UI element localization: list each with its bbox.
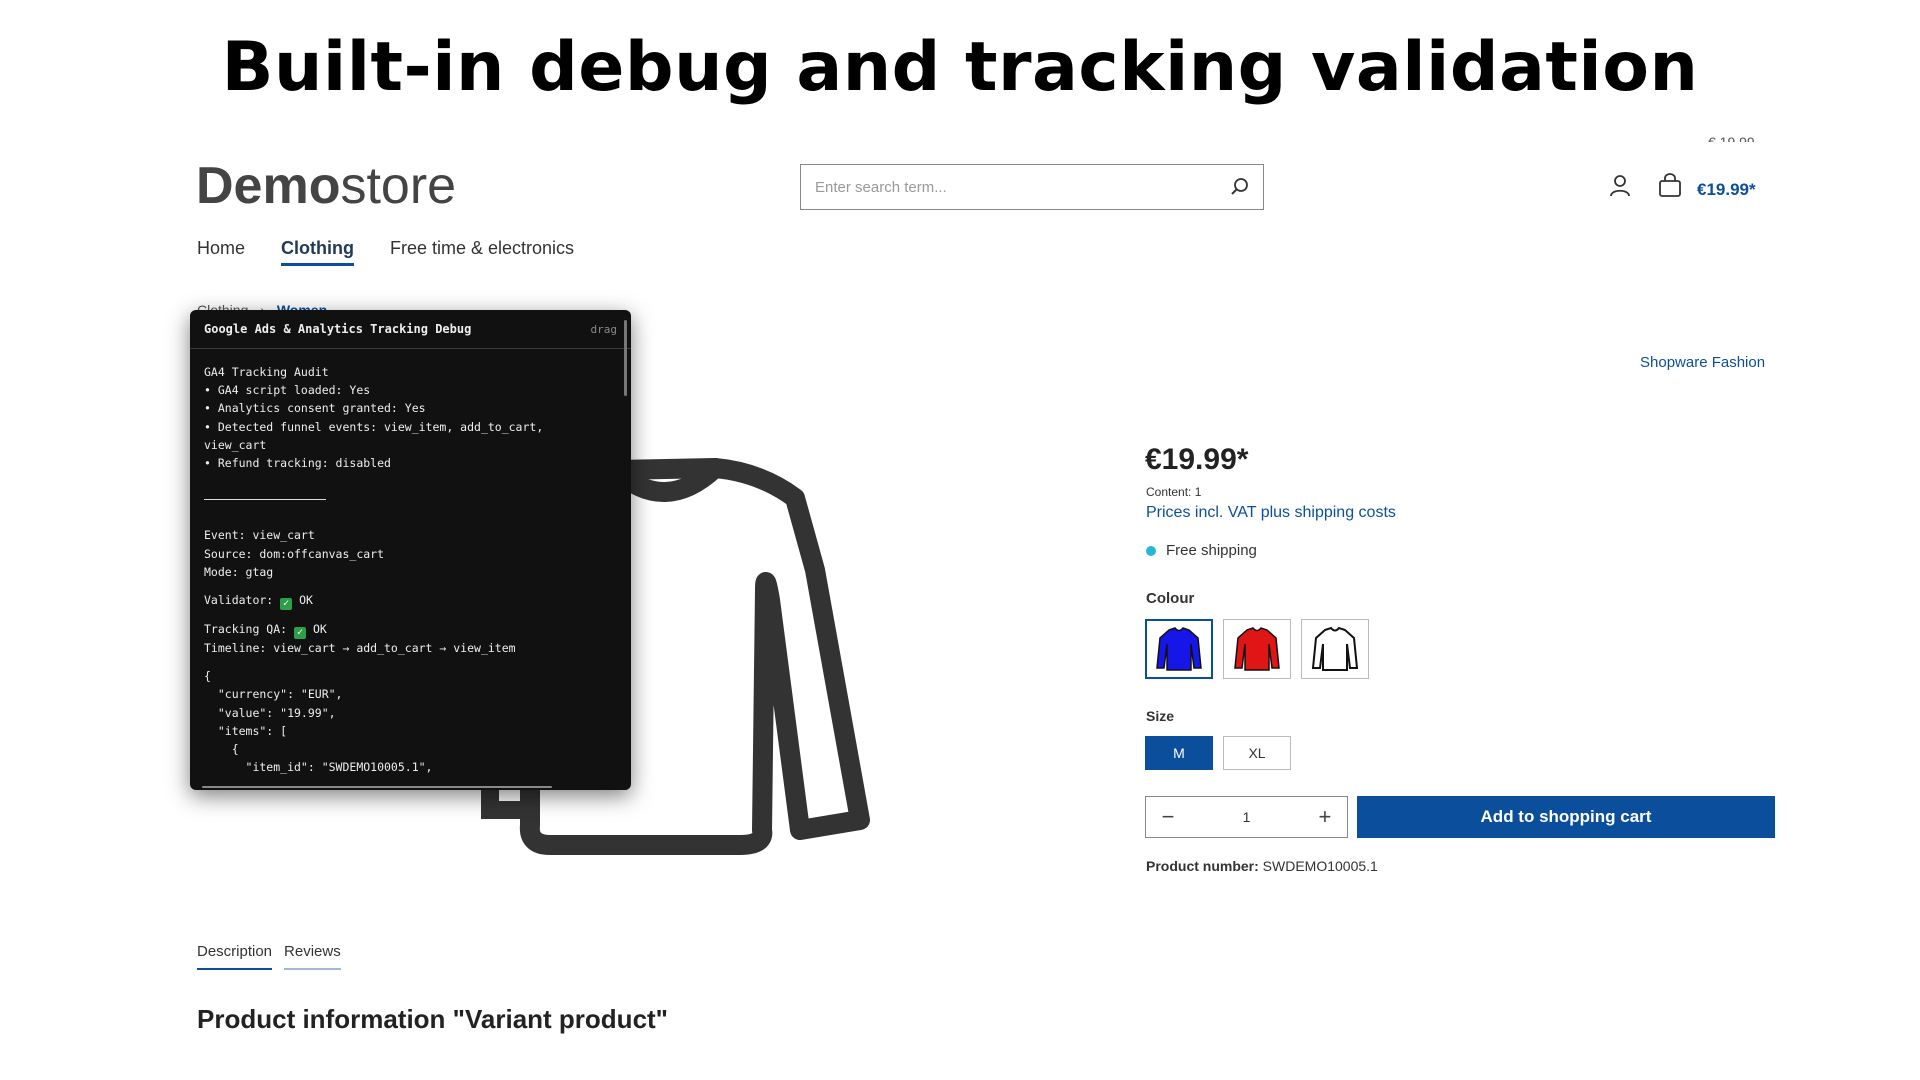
tab-reviews[interactable]: Reviews — [284, 943, 341, 970]
page-headline: Built-in debug and tracking validation — [221, 28, 1699, 107]
size-option-xl[interactable]: XL — [1223, 736, 1291, 770]
debug-panel-title: Google Ads & Analytics Tracking Debug — [204, 322, 472, 336]
product-number-value: SWDEMO10005.1 — [1262, 858, 1378, 874]
validator-line: Validator: ✓ OK — [204, 591, 617, 611]
tracking-qa-label: Tracking QA: — [204, 622, 288, 637]
colour-option-blue[interactable] — [1145, 619, 1213, 679]
shipping-status-dot — [1146, 545, 1156, 556]
size-option-m[interactable]: M — [1145, 736, 1213, 770]
product-content: Content: 1 — [1146, 485, 1202, 499]
shipping-status: Free shipping — [1146, 542, 1257, 559]
product-information-title: Product information "Variant product" — [197, 1004, 669, 1034]
logo-rest: store — [340, 157, 457, 215]
breadcrumb-separator: › — [260, 302, 265, 310]
audit-line: view_cart — [204, 437, 267, 452]
audit-line: • Detected funnel events: view_item, add… — [204, 419, 544, 434]
tracking-qa-line: Tracking QA: ✓ OK — [204, 620, 617, 640]
json-line: "item_id": "SWDEMO10005.1", — [204, 760, 433, 775]
mode-line: Mode: gtag — [204, 564, 274, 579]
product-number: Product number: SWDEMO10005.1 — [1146, 858, 1378, 874]
quantity-stepper: − 1 + — [1145, 796, 1348, 838]
vertical-scrollbar[interactable] — [624, 320, 627, 396]
logo-bold: Demo — [196, 157, 341, 215]
json-line: { — [204, 742, 239, 757]
decrease-quantity-button[interactable]: − — [1156, 804, 1180, 830]
search-icon[interactable] — [1229, 176, 1251, 198]
breadcrumb: Clothing › Women — [197, 298, 327, 310]
debug-panel-body: GA4 Tracking Audit • GA4 script loaded: Y… — [190, 349, 631, 776]
search-box — [800, 164, 1264, 210]
breadcrumb-parent[interactable]: Clothing — [197, 302, 248, 310]
manufacturer-link[interactable]: Shopware Fashion — [1640, 354, 1765, 371]
tracking-debug-panel[interactable]: Google Ads & Analytics Tracking Debug dr… — [190, 310, 631, 790]
search-input[interactable] — [813, 177, 1229, 197]
nav-item-free-time-electronics[interactable]: Free time & electronics — [390, 238, 574, 266]
json-line: { — [204, 669, 211, 684]
drag-handle[interactable]: drag — [591, 323, 618, 336]
colour-option-red[interactable] — [1223, 619, 1291, 679]
debug-panel-header[interactable]: Google Ads & Analytics Tracking Debug dr… — [190, 310, 631, 349]
json-line: "value": "19.99", — [204, 705, 336, 720]
validator-value: OK — [299, 593, 313, 608]
source-line: Source: dom:offcanvas_cart — [204, 546, 385, 561]
product-number-label: Product number: — [1146, 858, 1259, 874]
nav-item-clothing[interactable]: Clothing — [281, 238, 354, 266]
event-line: Event: view_cart — [204, 528, 315, 543]
horizontal-scrollbar[interactable] — [202, 786, 552, 788]
product-tabs: Description Reviews — [197, 943, 341, 970]
check-icon: ✓ — [294, 627, 307, 640]
size-label: Size — [1146, 708, 1175, 724]
validator-label: Validator: — [204, 593, 274, 608]
cart-total[interactable]: €19.99* — [1697, 180, 1756, 200]
shipping-text: Free shipping — [1166, 542, 1257, 559]
colour-label: Colour — [1146, 590, 1195, 607]
product-price: €19.99* — [1145, 443, 1249, 476]
main-navigation: Home Clothing Free time & electronics — [197, 238, 574, 266]
tracking-qa-value: OK — [312, 622, 327, 637]
vat-shipping-link[interactable]: Prices incl. VAT plus shipping costs — [1146, 504, 1396, 522]
timeline-line: Timeline: view_cart → add_to_cart → view… — [204, 641, 516, 656]
json-line: "currency": "EUR", — [204, 687, 343, 702]
size-options: M XL — [1145, 736, 1291, 770]
colour-options — [1145, 619, 1369, 679]
separator-line — [204, 499, 326, 501]
audit-line: • GA4 script loaded: Yes — [204, 383, 371, 398]
audit-title: GA4 Tracking Audit — [204, 365, 329, 379]
store-logo[interactable]: Demostore — [196, 156, 456, 216]
cart-icon[interactable] — [1654, 170, 1686, 202]
nav-item-home[interactable]: Home — [197, 238, 245, 266]
json-line: "items": [ — [204, 723, 288, 738]
add-to-cart-button[interactable]: Add to shopping cart — [1357, 796, 1775, 838]
account-icon[interactable] — [1604, 170, 1636, 202]
cut-off-price-text: € 19.99 — [1708, 134, 1755, 142]
colour-option-white[interactable] — [1301, 619, 1369, 679]
audit-line: • Refund tracking: disabled — [204, 456, 391, 471]
check-icon: ✓ — [280, 598, 293, 611]
tab-description[interactable]: Description — [197, 943, 273, 970]
breadcrumb-current[interactable]: Women — [277, 302, 327, 310]
increase-quantity-button[interactable]: + — [1313, 804, 1337, 830]
audit-line: • Analytics consent granted: Yes — [204, 401, 426, 416]
quantity-value[interactable]: 1 — [1243, 809, 1251, 825]
